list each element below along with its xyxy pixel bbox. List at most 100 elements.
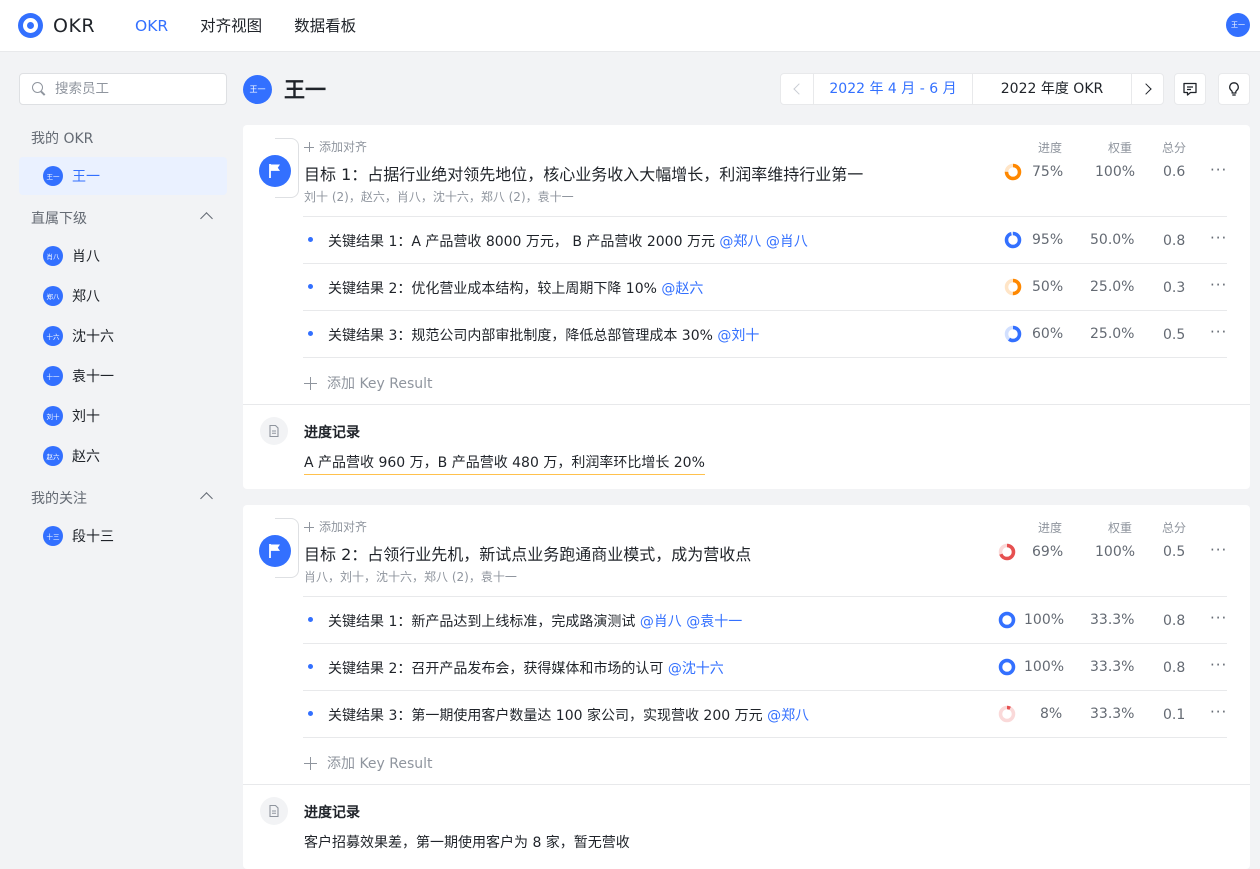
add-alignment-link[interactable]: 添加对齐 (304, 518, 367, 535)
kr-title[interactable]: 关键结果 1：新产品达到上线标准，完成路演测试 @肖八 @袁十一 (328, 611, 742, 631)
progress-ring-track (998, 705, 1016, 723)
kr-title[interactable]: 关键结果 3：第一期使用客户数量达 100 家公司，实现营收 200 万元 @郑… (328, 705, 809, 725)
app-logo[interactable]: OKR (18, 13, 95, 38)
objective-title[interactable]: 目标 1：占据行业绝对领先地位，核心业务收入大幅增长，利润率维持行业第一 (304, 161, 863, 185)
divider (303, 596, 1227, 597)
objective-weight: 100% (1095, 544, 1136, 560)
kr-score: 0.8 (1163, 613, 1186, 629)
user-avatar[interactable]: 王一 (1226, 13, 1250, 37)
avatar: 十六 (43, 326, 63, 346)
top-nav: OKR 对齐视图 数据看板 (135, 0, 388, 52)
kr-progress: 100% (1024, 612, 1065, 628)
search-input[interactable] (55, 81, 215, 97)
kr-progress: 50% (1032, 279, 1064, 295)
kr-mentions: @沈十六 (667, 661, 724, 677)
sidebar-item-report[interactable]: 刘十 刘十 (19, 397, 227, 435)
add-alignment-link[interactable]: 添加对齐 (304, 138, 367, 155)
sidebar-item-report[interactable]: 赵六 赵六 (19, 437, 227, 475)
objective-members: 刘十 (2)，赵六，肖八，沈十六，郑八 (2)，袁十一 (304, 190, 574, 204)
nav-okr[interactable]: OKR (135, 0, 168, 52)
more-button[interactable]: ··· (1210, 703, 1227, 721)
objective-card: 添加对齐 进度 权重 总分 目标 1：占据行业绝对领先地位，核心业务收入大幅增长… (243, 125, 1250, 489)
progress-ring-fill (1004, 231, 1022, 249)
search-box[interactable] (19, 73, 227, 105)
nav-data-dashboard[interactable]: 数据看板 (294, 0, 356, 52)
document-icon (269, 424, 279, 438)
more-button[interactable]: ··· (1210, 656, 1227, 674)
kr-bullet (308, 331, 313, 336)
more-button[interactable]: ··· (1210, 323, 1227, 341)
sidebar-item-report[interactable]: 十一 袁十一 (19, 357, 227, 395)
more-button[interactable]: ··· (1210, 276, 1227, 294)
chevron-up-icon[interactable] (200, 492, 213, 505)
sidebar-item-label: 赵六 (72, 449, 100, 465)
top-bar: OKR OKR 对齐视图 数据看板 王一 (0, 0, 1260, 52)
chevron-up-icon[interactable] (200, 212, 213, 225)
progress-ring-fill (998, 658, 1016, 676)
objective-title[interactable]: 目标 2：占领行业先机，新试点业务跑通商业模式，成为营收点 (304, 541, 751, 565)
add-kr-button[interactable]: 添加 Key Result (304, 753, 433, 773)
kr-weight: 33.3% (1090, 706, 1135, 722)
plus-icon (304, 376, 317, 390)
column-progress: 进度 (1038, 521, 1063, 535)
nav-alignment-view[interactable]: 对齐视图 (200, 0, 262, 52)
period-year[interactable]: 2022 年度 OKR (972, 74, 1131, 104)
avatar: 十一 (43, 366, 63, 386)
kr-title[interactable]: 关键结果 2：优化营业成本结构，较上周期下降 10% @赵六 (328, 278, 703, 298)
sidebar-item-label: 沈十六 (72, 329, 114, 345)
sidebar-item-follow[interactable]: 十三 段十三 (19, 517, 227, 555)
logo-icon (18, 13, 43, 38)
sidebar-item-report[interactable]: 肖八 肖八 (19, 237, 227, 275)
kr-score: 0.8 (1163, 233, 1186, 249)
next-period-button[interactable] (1131, 74, 1163, 104)
sidebar: 我的 OKR 王一 王一 直属下级 肖八 肖八 郑八 郑八 十六 沈十六 十一 … (0, 53, 240, 869)
kr-progress: 95% (1032, 232, 1064, 248)
column-progress: 进度 (1038, 141, 1063, 155)
kr-weight: 50.0% (1090, 232, 1135, 248)
avatar: 刘十 (43, 406, 63, 426)
progress-record-text[interactable]: A 产品营收 960 万，B 产品营收 480 万，利润率环比增长 20% (304, 452, 705, 475)
kr-mentions: @郑八 (767, 708, 810, 724)
sidebar-item-report[interactable]: 郑八 郑八 (19, 277, 227, 315)
kr-weight: 33.3% (1090, 612, 1135, 628)
sidebar-item-me[interactable]: 王一 王一 (19, 157, 227, 195)
divider (303, 690, 1227, 691)
kr-weight: 25.0% (1090, 279, 1135, 295)
comment-button[interactable] (1174, 73, 1206, 105)
chevron-left-icon (793, 83, 805, 95)
period-quarter[interactable]: 2022 年 4 月 - 6 月 (813, 74, 972, 104)
progress-ring (1004, 163, 1022, 181)
kr-title[interactable]: 关键结果 3：规范公司内部审批制度，降低总部管理成本 30% @刘十 (328, 325, 759, 345)
prev-period-button[interactable] (781, 74, 813, 104)
kr-title[interactable]: 关键结果 2：召开产品发布会，获得媒体和市场的认可 @沈十六 (328, 658, 724, 678)
sidebar-item-report[interactable]: 十六 沈十六 (19, 317, 227, 355)
sidebar-item-label: 段十三 (72, 529, 114, 545)
kr-score: 0.3 (1163, 280, 1186, 296)
comment-icon (1183, 82, 1197, 96)
objective-weight: 100% (1095, 164, 1136, 180)
plus-icon (304, 522, 314, 532)
progress-ring (998, 611, 1016, 629)
progress-record-title: 进度记录 (304, 425, 360, 441)
kr-score: 0.5 (1163, 327, 1186, 343)
more-button[interactable]: ··· (1210, 229, 1227, 247)
more-button[interactable]: ··· (1210, 609, 1227, 627)
kr-mentions: @肖八 @袁十一 (639, 614, 743, 630)
kr-title[interactable]: 关键结果 1：A 产品营收 8000 万元， B 产品营收 2000 万元 @郑… (328, 231, 808, 251)
kr-bullet (308, 284, 313, 289)
column-weight: 权重 (1108, 521, 1133, 535)
kr-weight: 25.0% (1090, 326, 1135, 342)
progress-record-title: 进度记录 (304, 805, 360, 821)
progress-record-text[interactable]: 客户招募效果差，第一期使用客户为 8 家，暂无营收 (304, 832, 630, 852)
more-button[interactable]: ··· (1210, 161, 1227, 179)
objective-card: 添加对齐 进度 权重 总分 目标 2：占领行业先机，新试点业务跑通商业模式，成为… (243, 505, 1250, 869)
add-kr-button[interactable]: 添加 Key Result (304, 373, 433, 393)
objective-score: 0.6 (1163, 164, 1186, 180)
progress-ring (1004, 325, 1022, 343)
tips-button[interactable] (1218, 73, 1250, 105)
record-icon-wrap (260, 417, 288, 445)
more-button[interactable]: ··· (1210, 541, 1227, 559)
logo-text: OKR (53, 14, 96, 37)
section-my-okr: 我的 OKR (31, 131, 94, 147)
plus-icon (304, 142, 314, 152)
